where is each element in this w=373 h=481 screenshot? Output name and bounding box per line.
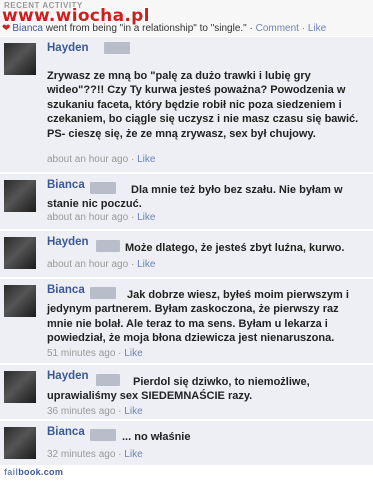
comment-meta: 51 minutes ago · Like bbox=[47, 348, 143, 359]
comment-timestamp: 32 minutes ago bbox=[47, 449, 116, 460]
comment-like-link[interactable]: Like bbox=[137, 154, 155, 165]
relationship-status-line: ❤ Bianca went from being "in a relationsh… bbox=[2, 23, 326, 34]
comment-item: Bianca Jak dobrze wiesz, byłeś moim pier… bbox=[0, 278, 373, 363]
avatar[interactable] bbox=[4, 371, 36, 403]
comment-timestamp: about an hour ago bbox=[47, 154, 129, 165]
comment-like-link[interactable]: Like bbox=[137, 259, 155, 270]
comment-like-link[interactable]: Like bbox=[124, 406, 142, 417]
comment-timestamp: about an hour ago bbox=[47, 212, 129, 223]
comment-text: ... no właśnie bbox=[122, 431, 191, 443]
avatar[interactable] bbox=[4, 285, 36, 317]
comment-like-link[interactable]: Like bbox=[124, 348, 142, 359]
comment-timestamp: 51 minutes ago bbox=[47, 348, 116, 359]
blurred-surname bbox=[96, 240, 120, 252]
comment-meta: about an hour ago · Like bbox=[47, 212, 156, 223]
comment-meta: about an hour ago · Like bbox=[47, 259, 156, 270]
comment-meta: 32 minutes ago · Like bbox=[47, 449, 143, 460]
comment-text: Zrywasz ze mną bo "palę za dużo trawki i… bbox=[47, 70, 359, 140]
comment-text: Jak dobrze wiesz, byłeś moim pierwszym i… bbox=[47, 289, 349, 345]
status-author-link[interactable]: Bianca bbox=[12, 23, 43, 34]
footer-prefix: fail bbox=[4, 467, 19, 477]
avatar[interactable] bbox=[4, 237, 36, 269]
comment-author-link[interactable]: Hayden bbox=[47, 236, 89, 248]
comment-item: Hayden Może dlatego, że jesteś zbyt luźn… bbox=[0, 230, 373, 277]
comment-like-link[interactable]: Like bbox=[137, 212, 155, 223]
comment-item: Hayden Pierdol się dziwko, to niemożliwe… bbox=[0, 364, 373, 419]
footer-suffix: book.com bbox=[18, 467, 64, 477]
status-text: went from being "in a relationship" to "… bbox=[42, 23, 256, 34]
comment-item: Bianca Dla mnie też było bez szału. Nie … bbox=[0, 173, 373, 229]
broken-heart-icon: ❤ bbox=[2, 23, 11, 34]
avatar[interactable] bbox=[4, 427, 36, 459]
avatar[interactable] bbox=[4, 180, 36, 212]
comment-like-link[interactable]: Like bbox=[124, 449, 142, 460]
comment-item: Hayden Zrywasz ze mną bo "palę za dużo t… bbox=[0, 36, 373, 172]
comment-timestamp: 36 minutes ago bbox=[47, 406, 116, 417]
comment-meta: 36 minutes ago · Like bbox=[47, 406, 143, 417]
comment-text: Pierdol się dziwko, to niemożliwe, upraw… bbox=[47, 376, 310, 403]
status-separator: · bbox=[298, 23, 308, 34]
recent-activity-strip: RECENT ACTIVITY www.wiocha.pl ❤ Bianca we… bbox=[0, 0, 373, 36]
blurred-surname bbox=[90, 429, 116, 441]
status-comment-link[interactable]: Comment bbox=[256, 23, 299, 34]
comment-text: Dla mnie też było bez szału. Nie byłam w… bbox=[47, 184, 343, 211]
comment-item: Bianca ... no właśnie 32 minutes ago · L… bbox=[0, 420, 373, 465]
blurred-surname bbox=[104, 42, 130, 54]
failbook-watermark: failbook.com bbox=[4, 467, 63, 477]
avatar[interactable] bbox=[4, 43, 36, 75]
comment-text: Może dlatego, że jesteś zbyt luźna, kurw… bbox=[125, 242, 345, 254]
comment-author-link[interactable]: Hayden bbox=[47, 42, 89, 54]
comment-timestamp: about an hour ago bbox=[47, 259, 129, 270]
comment-meta: about an hour ago · Like bbox=[47, 154, 156, 165]
comment-author-link[interactable]: Bianca bbox=[47, 426, 85, 438]
status-like-link[interactable]: Like bbox=[308, 23, 326, 34]
